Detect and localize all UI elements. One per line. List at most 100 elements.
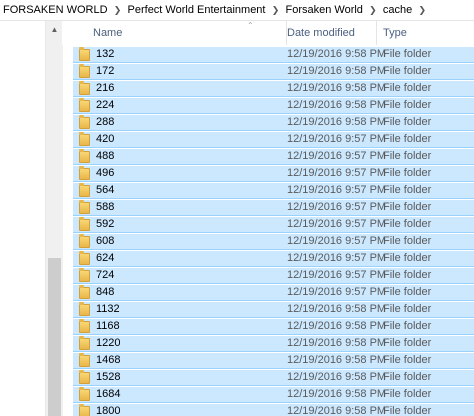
table-row[interactable]: 1684 12/19/2016 9:58 PM File folder bbox=[73, 387, 474, 403]
file-type: File folder bbox=[383, 82, 432, 94]
table-row[interactable]: 1132 12/19/2016 9:58 PM File folder bbox=[73, 302, 474, 318]
file-explorer-window: FORSAKEN WORLD ❯ Perfect World Entertain… bbox=[0, 0, 474, 416]
file-type: File folder bbox=[383, 201, 432, 213]
file-date-modified: 12/19/2016 9:57 PM bbox=[287, 252, 387, 264]
column-header-row: ⌃ Name Date modified Type bbox=[62, 21, 474, 45]
folder-icon bbox=[79, 234, 90, 248]
column-header-type[interactable]: Type bbox=[377, 21, 474, 45]
file-type: File folder bbox=[383, 303, 432, 315]
file-date-modified: 12/19/2016 9:57 PM bbox=[287, 218, 387, 230]
file-type: File folder bbox=[383, 133, 432, 145]
breadcrumb-item-forsaken-world-root[interactable]: FORSAKEN WORLD bbox=[0, 4, 111, 16]
table-row[interactable]: 420 12/19/2016 9:57 PM File folder bbox=[73, 132, 474, 148]
column-header-date-modified[interactable]: Date modified bbox=[281, 21, 377, 45]
table-row[interactable]: 496 12/19/2016 9:57 PM File folder bbox=[73, 166, 474, 182]
table-row[interactable]: 592 12/19/2016 9:57 PM File folder bbox=[73, 217, 474, 233]
folder-icon bbox=[79, 319, 90, 333]
file-name: 1684 bbox=[96, 388, 121, 400]
file-date-modified: 12/19/2016 9:57 PM bbox=[287, 269, 387, 281]
file-type: File folder bbox=[383, 218, 432, 230]
folder-icon bbox=[79, 370, 90, 384]
breadcrumb-item-perfect-world-entertainment[interactable]: Perfect World Entertainment bbox=[125, 4, 269, 16]
file-date-modified: 12/19/2016 9:58 PM bbox=[287, 405, 387, 416]
table-row[interactable]: 608 12/19/2016 9:57 PM File folder bbox=[73, 234, 474, 250]
table-row[interactable]: 224 12/19/2016 9:58 PM File folder bbox=[73, 98, 474, 114]
table-row[interactable]: 1468 12/19/2016 9:58 PM File folder bbox=[73, 353, 474, 369]
folder-icon bbox=[79, 251, 90, 265]
navigation-pane-scrollbar[interactable]: ▲ bbox=[45, 21, 63, 416]
folder-icon bbox=[79, 268, 90, 282]
file-name: 724 bbox=[96, 269, 115, 281]
file-name: 1168 bbox=[96, 320, 120, 332]
file-date-modified: 12/19/2016 9:58 PM bbox=[287, 388, 387, 400]
table-row[interactable]: 1220 12/19/2016 9:58 PM File folder bbox=[73, 336, 474, 352]
folder-icon bbox=[79, 404, 90, 416]
table-row[interactable]: 588 12/19/2016 9:57 PM File folder bbox=[73, 200, 474, 216]
file-name: 624 bbox=[96, 252, 115, 264]
table-row[interactable]: 724 12/19/2016 9:57 PM File folder bbox=[73, 268, 474, 284]
table-row[interactable]: 216 12/19/2016 9:58 PM File folder bbox=[73, 81, 474, 97]
chevron-right-icon[interactable]: ❯ bbox=[111, 5, 125, 16]
file-type: File folder bbox=[383, 167, 432, 179]
file-type: File folder bbox=[383, 252, 432, 264]
folder-icon bbox=[79, 200, 90, 214]
scroll-up-arrow-icon[interactable]: ▲ bbox=[46, 21, 63, 38]
file-date-modified: 12/19/2016 9:57 PM bbox=[287, 184, 387, 196]
folder-icon bbox=[79, 132, 90, 146]
file-type: File folder bbox=[383, 269, 432, 281]
file-type: File folder bbox=[383, 48, 432, 60]
file-type: File folder bbox=[383, 388, 432, 400]
scrollbar-thumb[interactable] bbox=[48, 258, 61, 416]
file-name: 564 bbox=[96, 184, 115, 196]
file-date-modified: 12/19/2016 9:57 PM bbox=[287, 201, 387, 213]
file-date-modified: 12/19/2016 9:58 PM bbox=[287, 48, 387, 60]
folder-icon bbox=[79, 149, 90, 163]
file-name: 1468 bbox=[96, 354, 121, 366]
file-date-modified: 12/19/2016 9:58 PM bbox=[287, 371, 387, 383]
table-row[interactable]: 1800 12/19/2016 9:58 PM File folder bbox=[73, 404, 474, 416]
folder-icon bbox=[79, 166, 90, 180]
address-bar[interactable]: FORSAKEN WORLD ❯ Perfect World Entertain… bbox=[0, 0, 474, 21]
folder-icon bbox=[79, 81, 90, 95]
table-row[interactable]: 172 12/19/2016 9:58 PM File folder bbox=[73, 64, 474, 80]
file-name: 1220 bbox=[96, 337, 121, 349]
chevron-right-icon[interactable]: ❯ bbox=[415, 5, 429, 16]
table-row[interactable]: 132 12/19/2016 9:58 PM File folder bbox=[73, 47, 474, 63]
table-row[interactable]: 1168 12/19/2016 9:58 PM File folder bbox=[73, 319, 474, 335]
chevron-right-icon[interactable]: ❯ bbox=[268, 5, 282, 16]
file-type: File folder bbox=[383, 354, 432, 366]
table-row[interactable]: 288 12/19/2016 9:58 PM File folder bbox=[73, 115, 474, 131]
file-type: File folder bbox=[383, 371, 432, 383]
file-name: 608 bbox=[96, 235, 115, 247]
file-name: 488 bbox=[96, 150, 115, 162]
file-name: 420 bbox=[96, 133, 115, 145]
breadcrumb-item-forsaken-world[interactable]: Forsaken World bbox=[282, 4, 365, 16]
file-type: File folder bbox=[383, 65, 432, 77]
file-name: 848 bbox=[96, 286, 115, 298]
column-header-name[interactable]: Name bbox=[87, 21, 287, 45]
file-name: 588 bbox=[96, 201, 115, 213]
breadcrumb-item-cache[interactable]: cache bbox=[380, 4, 415, 16]
table-row[interactable]: 624 12/19/2016 9:57 PM File folder bbox=[73, 251, 474, 267]
file-date-modified: 12/19/2016 9:57 PM bbox=[287, 133, 387, 145]
file-name: 1528 bbox=[96, 371, 121, 383]
table-row[interactable]: 1528 12/19/2016 9:58 PM File folder bbox=[73, 370, 474, 386]
table-row[interactable]: 564 12/19/2016 9:57 PM File folder bbox=[73, 183, 474, 199]
folder-icon bbox=[79, 285, 90, 299]
table-row[interactable]: 488 12/19/2016 9:57 PM File folder bbox=[73, 149, 474, 165]
file-type: File folder bbox=[383, 320, 432, 332]
folder-icon bbox=[79, 387, 90, 401]
folder-icon bbox=[79, 353, 90, 367]
file-date-modified: 12/19/2016 9:58 PM bbox=[287, 99, 387, 111]
file-type: File folder bbox=[383, 405, 432, 416]
folder-icon bbox=[79, 115, 90, 129]
navigation-pane[interactable] bbox=[0, 21, 45, 416]
file-date-modified: 12/19/2016 9:58 PM bbox=[287, 82, 387, 94]
table-row[interactable]: 848 12/19/2016 9:57 PM File folder bbox=[73, 285, 474, 301]
folder-icon bbox=[79, 302, 90, 316]
file-name: 216 bbox=[96, 82, 115, 94]
file-date-modified: 12/19/2016 9:58 PM bbox=[287, 65, 387, 77]
file-name: 288 bbox=[96, 116, 115, 128]
chevron-right-icon[interactable]: ❯ bbox=[366, 5, 380, 16]
file-type: File folder bbox=[383, 184, 432, 196]
